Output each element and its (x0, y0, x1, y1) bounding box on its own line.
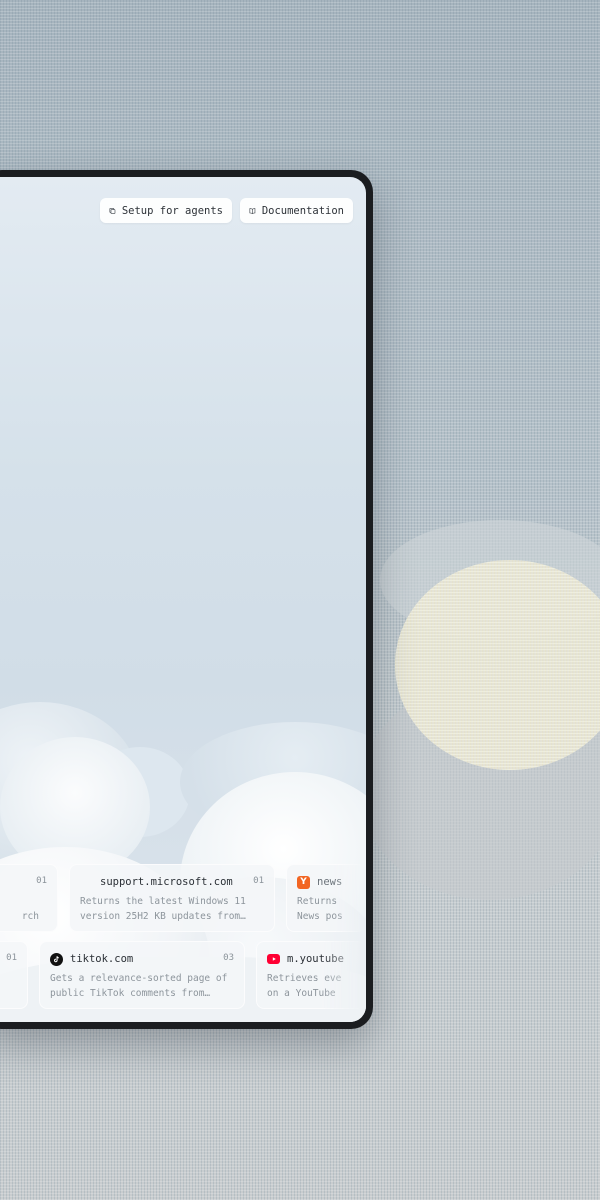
card-domain: news (317, 876, 343, 888)
example-card-news-ycombinator[interactable]: Y news Returns News pos (286, 864, 366, 932)
tiktok-logo-icon (50, 952, 63, 966)
card-domain: m.youtube (287, 953, 344, 965)
card-description: Gets a relevance-sorted page of public T… (50, 973, 228, 999)
card-description: Returns News pos (297, 896, 343, 922)
microsoft-logo-icon (80, 876, 93, 889)
device-frame: Setup for agents Documentation 01 rch su… (0, 170, 373, 1029)
example-card-support-microsoft[interactable]: support.microsoft.com 01 Returns the lat… (69, 864, 275, 932)
documentation-label: Documentation (261, 204, 344, 217)
card-description: rch (21, 911, 39, 922)
ycombinator-logo-icon: Y (297, 875, 310, 889)
example-card[interactable]: 01 rch (0, 864, 58, 932)
app-screen: Setup for agents Documentation 01 rch su… (0, 177, 366, 1022)
card-number: 01 (36, 876, 47, 886)
example-card-youtube[interactable]: m.youtube Retrieves eve on a YouTube (256, 941, 366, 1009)
card-number: 01 (6, 953, 17, 963)
example-card[interactable]: 01 (0, 941, 28, 1009)
card-domain: support.microsoft.com (100, 876, 233, 888)
setup-for-agents-label: Setup for agents (121, 204, 223, 217)
youtube-logo-icon (267, 954, 280, 964)
card-number: 03 (223, 953, 234, 963)
card-number: 01 (253, 876, 264, 886)
example-card-tiktok[interactable]: tiktok.com 03 Gets a relevance-sorted pa… (39, 941, 245, 1009)
book-icon (249, 207, 256, 214)
copy-icon (109, 207, 116, 214)
documentation-button[interactable]: Documentation (240, 198, 353, 223)
card-description: Returns the latest Windows 11 version 25… (80, 896, 246, 922)
setup-for-agents-button[interactable]: Setup for agents (100, 198, 232, 223)
card-domain: tiktok.com (70, 953, 134, 965)
card-description: Retrieves eve on a YouTube (267, 973, 342, 999)
